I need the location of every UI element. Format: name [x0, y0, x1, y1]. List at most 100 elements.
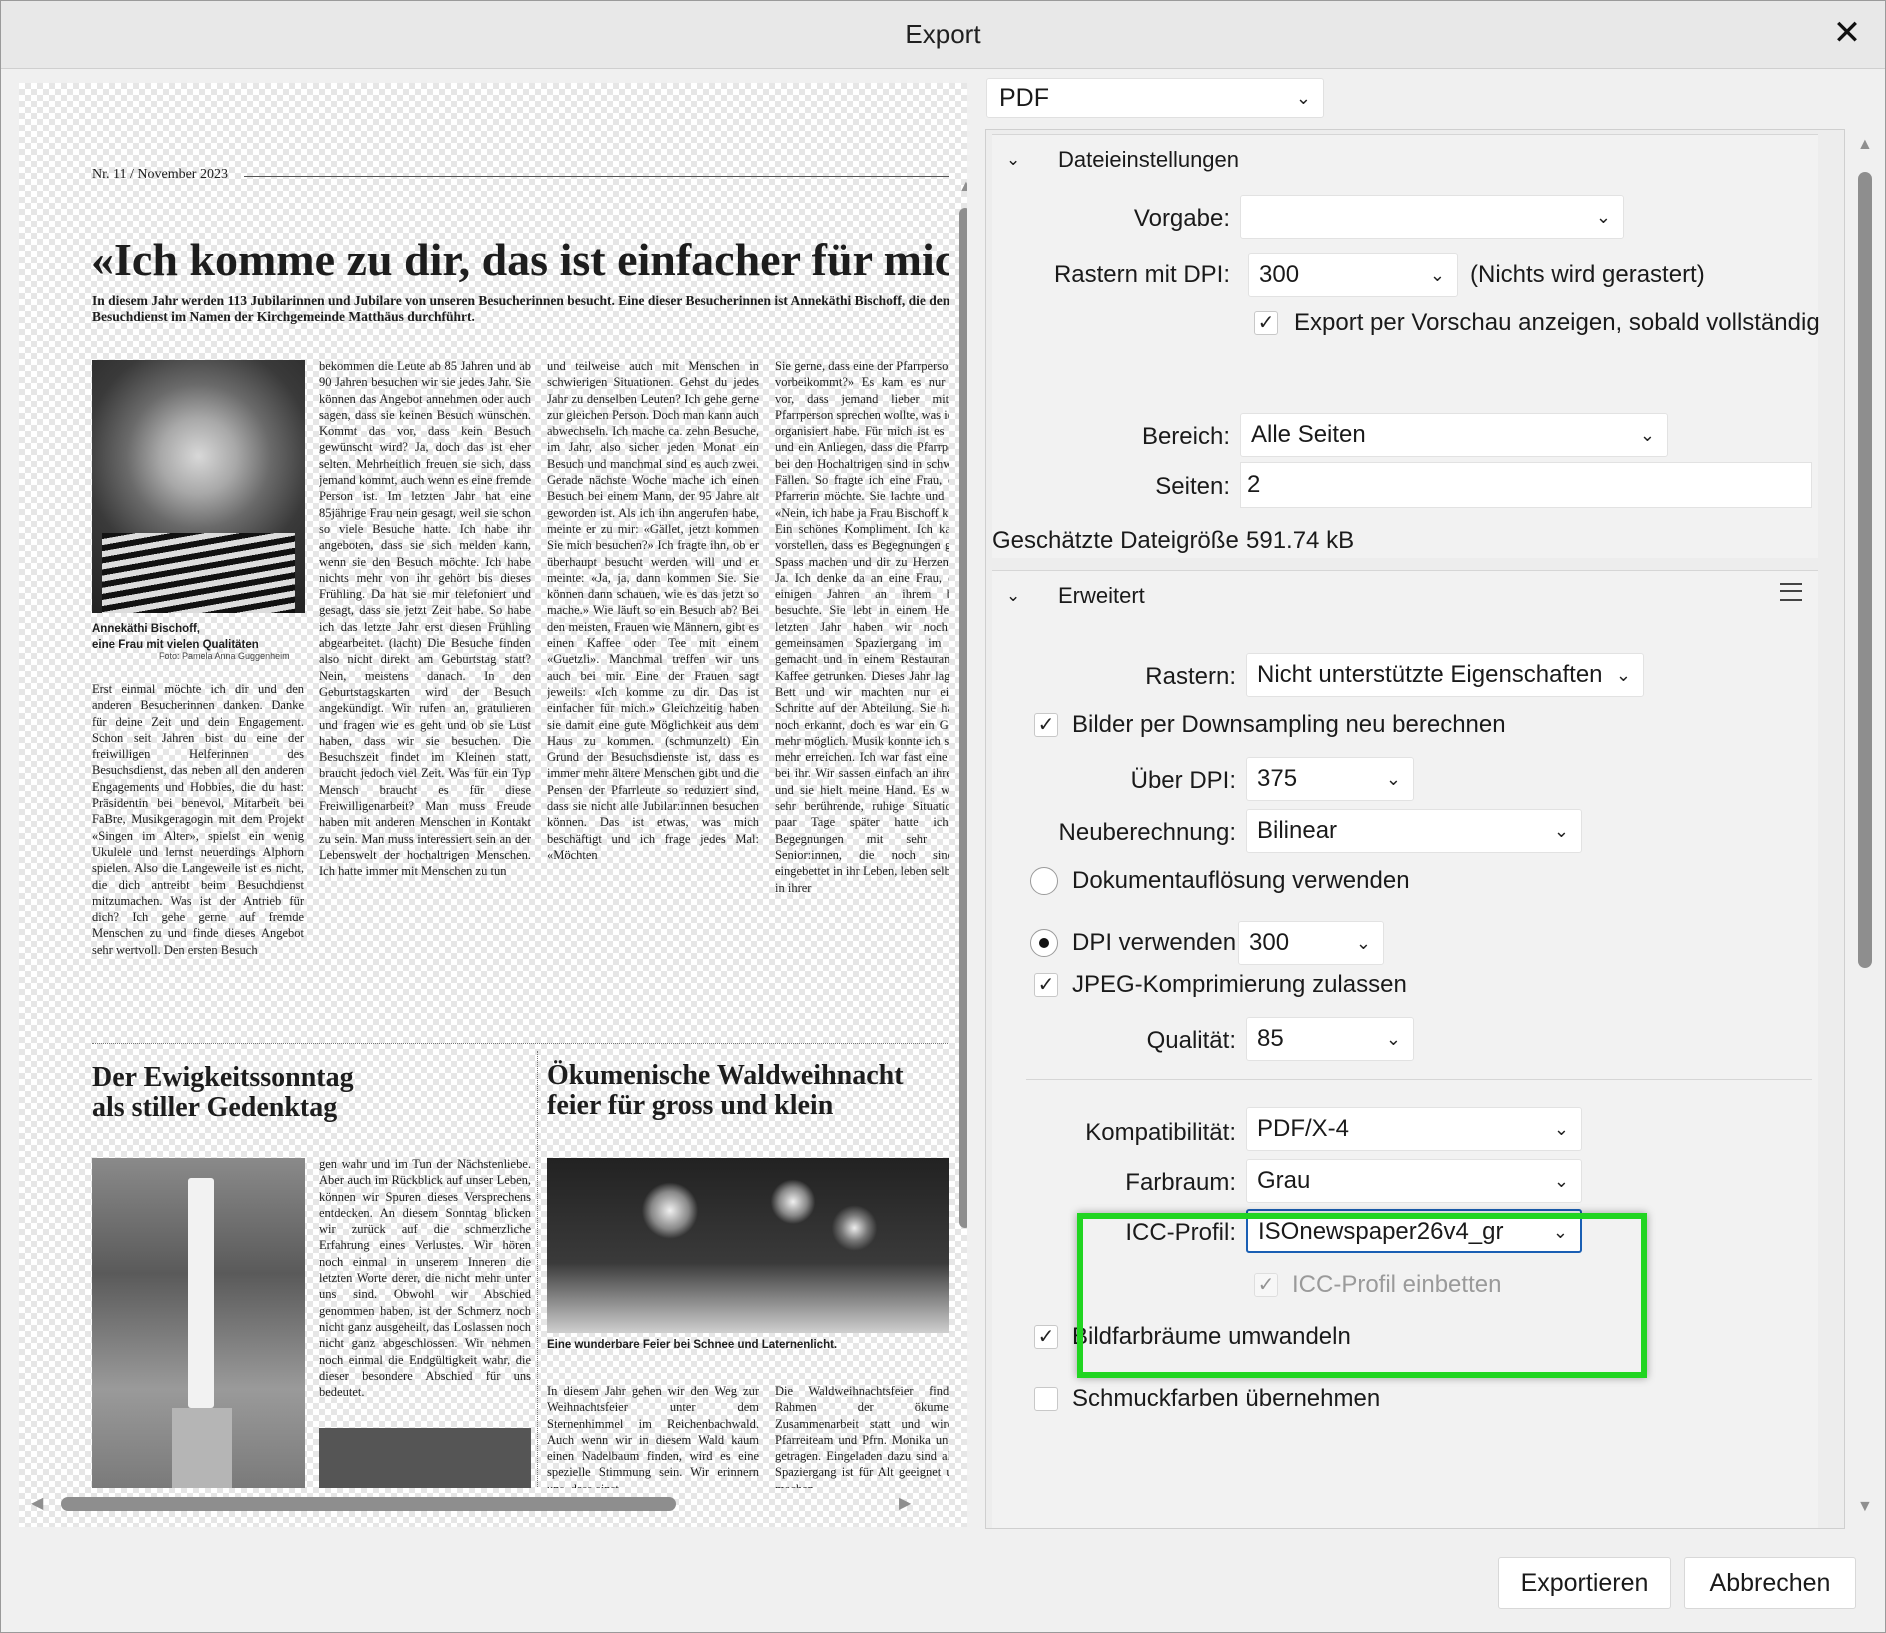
menu-icon[interactable]: [1780, 583, 1802, 601]
chevron-down-icon: ⌄: [1381, 1018, 1401, 1060]
compatibility-select[interactable]: PDF/X-4 ⌄: [1246, 1107, 1582, 1151]
collapse-chevron-icon: ⌄: [1006, 150, 1021, 169]
raster-dpi-value: 300: [1259, 261, 1300, 288]
photo-credit: Foto: Pamela Anna Guggenheim: [159, 651, 290, 661]
newspaper-issue-header: Nr. 11 / November 2023: [92, 167, 228, 182]
use-dpi-value: 300: [1249, 929, 1290, 956]
downsample-checkbox[interactable]: ✓: [1034, 713, 1058, 737]
compatibility-value: PDF/X-4: [1257, 1115, 1350, 1142]
range-label: Bereich:: [1141, 423, 1230, 450]
doc-resolution-radio[interactable]: [1030, 867, 1058, 895]
preview-horizontal-scrollbar[interactable]: ◀ ▶: [31, 1493, 921, 1515]
pages-input[interactable]: 2: [1240, 462, 1812, 508]
scroll-up-arrow-icon[interactable]: ▲: [1857, 136, 1873, 154]
use-dpi-radio[interactable]: [1030, 929, 1058, 957]
chevron-down-icon: ⌄: [1295, 88, 1311, 108]
chevron-down-icon: ⌄: [1381, 758, 1401, 800]
chevron-down-icon: ⌄: [1549, 1108, 1569, 1150]
convert-colorspaces-checkbox[interactable]: ✓: [1034, 1325, 1058, 1349]
article-column-6: In diesem Jahr gehen wir den Weg zur Wei…: [547, 1384, 759, 1488]
raster-dpi-select[interactable]: 300 ⌄: [1248, 253, 1458, 297]
scroll-right-arrow-icon[interactable]: ▶: [899, 1493, 911, 1513]
pages-label: Seiten:: [1155, 473, 1230, 500]
jpeg-checkbox[interactable]: ✓: [1034, 973, 1058, 997]
article-column-5: gen wahr und im Tun der Nächstenliebe. A…: [319, 1157, 531, 1400]
photo-caption: Annekäthi Bischoff, eine Frau mit vielen…: [92, 623, 259, 651]
close-icon[interactable]: ✕: [1827, 13, 1867, 53]
filesize-label: Geschätzte Dateigröße:: [992, 527, 1238, 554]
article-lead: In diesem Jahr werden 113 Jubilarinnen u…: [92, 293, 949, 324]
header-rule: [244, 176, 949, 177]
above-dpi-select[interactable]: 375 ⌄: [1246, 757, 1414, 801]
spot-colors-checkbox[interactable]: [1034, 1387, 1058, 1411]
colorspace-select[interactable]: Grau ⌄: [1246, 1159, 1582, 1203]
title-bar: Export ✕: [1, 1, 1885, 69]
above-dpi-value: 375: [1257, 765, 1298, 792]
settings-scroll-thumb[interactable]: [1858, 172, 1872, 968]
article-column-1: Erst einmal möchte ich dir und den ander…: [92, 682, 304, 957]
chevron-down-icon: ⌄: [1611, 654, 1631, 696]
article-heading-ewigkeitssonntag: Der Ewigkeitssonntag als stiller Gedenkt…: [92, 1062, 354, 1123]
preview-horizontal-scroll-thumb[interactable]: [61, 1497, 676, 1511]
file-settings-header[interactable]: ⌄ Dateieinstellungen: [992, 135, 1818, 185]
chevron-down-icon: ⌄: [1591, 196, 1611, 238]
quality-select[interactable]: 85 ⌄: [1246, 1017, 1414, 1061]
bottom-photo: [319, 1428, 531, 1488]
advanced-header[interactable]: ⌄ Erweitert: [992, 571, 1818, 621]
chevron-down-icon: ⌄: [1549, 1160, 1569, 1202]
colorspace-label: Farbraum:: [1125, 1169, 1236, 1196]
window-title: Export: [905, 19, 981, 49]
preview-vertical-scrollbar[interactable]: ▲ ▼: [957, 178, 967, 1527]
resample-label: Neuberechnung:: [1058, 819, 1236, 846]
article-column-3: und teilweise auch mit Menschen in schwi…: [547, 359, 759, 862]
compatibility-label: Kompatibilität:: [1085, 1119, 1236, 1146]
advanced-section: ⌄ Erweitert Rastern: Nicht unterstützte …: [992, 570, 1818, 1528]
collapse-chevron-icon: ⌄: [1006, 586, 1021, 605]
export-button[interactable]: Exportieren: [1498, 1557, 1671, 1609]
scroll-down-arrow-icon[interactable]: ▼: [1857, 1498, 1873, 1516]
colorspace-value: Grau: [1257, 1167, 1311, 1194]
file-settings-title: Dateieinstellungen: [1058, 147, 1240, 172]
export-dialog: Export ✕ Nr. 11 / November 2023 «Ich kom…: [0, 0, 1886, 1633]
lantern-photo-caption: Eine wunderbare Feier bei Schnee und Lat…: [547, 1339, 838, 1351]
resample-select[interactable]: Bilinear ⌄: [1246, 809, 1582, 853]
advanced-title: Erweitert: [1058, 583, 1145, 608]
scroll-up-arrow-icon[interactable]: ▲: [958, 178, 967, 196]
preview-export-checkbox[interactable]: ✓: [1254, 311, 1278, 335]
highlight-box: [1077, 1213, 1647, 1378]
quality-value: 85: [1257, 1025, 1284, 1052]
article-column-4: Sie gerne, dass eine der Pfarrpersonen u…: [775, 359, 949, 895]
format-value: PDF: [999, 84, 1049, 112]
article-column-7: Die Waldweihnachtsfeier findet im Rahmen…: [775, 1384, 949, 1488]
preview-vertical-scroll-thumb[interactable]: [959, 208, 967, 1228]
resample-value: Bilinear: [1257, 817, 1338, 844]
chevron-down-icon: ⌄: [1425, 254, 1445, 296]
article-heading-waldweihnacht: Ökumenische Waldweihnacht feier für gros…: [547, 1060, 904, 1121]
filesize-value: 591.74 kB: [1246, 527, 1355, 554]
downsample-label: Bilder per Downsampling neu berechnen: [1072, 711, 1506, 738]
file-settings-section: ⌄ Dateieinstellungen Vorgabe: ⌄ Rastern …: [992, 134, 1820, 558]
above-dpi-label: Über DPI:: [1130, 767, 1236, 794]
format-select[interactable]: PDF ⌄: [986, 78, 1324, 118]
raster-dpi-label: Rastern mit DPI:: [1053, 261, 1230, 288]
use-dpi-select[interactable]: 300 ⌄: [1238, 921, 1384, 965]
range-value: Alle Seiten: [1251, 421, 1366, 448]
raster-label: Rastern:: [1145, 663, 1236, 690]
raster-value: Nicht unterstützte Eigenschaften: [1257, 661, 1603, 688]
preset-label: Vorgabe:: [1133, 205, 1230, 232]
article-title: «Ich komme zu dir, das ist einfacher für…: [91, 234, 949, 285]
article-column-2: bekommen die Leute ab 85 Jahren und ab 9…: [319, 359, 531, 879]
settings-scrollbar[interactable]: ▲ ▼: [1853, 136, 1877, 1526]
range-select[interactable]: Alle Seiten ⌄: [1240, 413, 1668, 457]
raster-select[interactable]: Nicht unterstützte Eigenschaften ⌄: [1246, 653, 1644, 697]
advanced-separator: [1026, 1079, 1812, 1080]
scroll-left-arrow-icon[interactable]: ◀: [31, 1493, 43, 1513]
preset-select[interactable]: ⌄: [1240, 195, 1624, 239]
lantern-photo: [547, 1158, 949, 1333]
preview-page: Nr. 11 / November 2023 «Ich komme zu dir…: [19, 83, 949, 1488]
quality-label: Qualität:: [1146, 1027, 1236, 1054]
chevron-down-icon: ⌄: [1351, 922, 1371, 964]
preview-export-label: Export per Vorschau anzeigen, sobald vol…: [1294, 309, 1820, 336]
cancel-button[interactable]: Abbrechen: [1684, 1557, 1856, 1609]
raster-note: (Nichts wird gerastert): [1470, 261, 1705, 288]
